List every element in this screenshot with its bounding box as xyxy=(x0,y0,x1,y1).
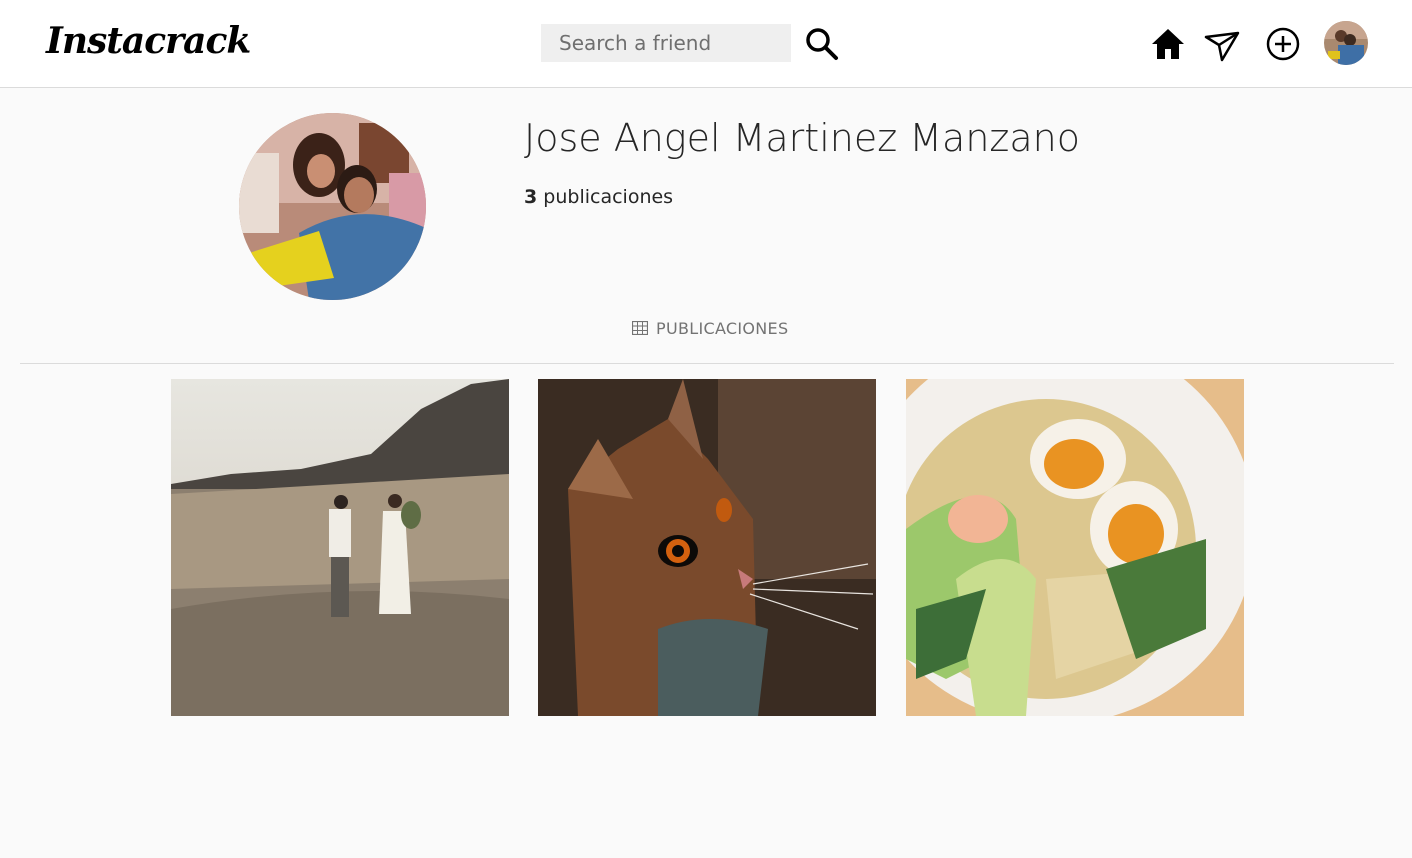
post-image-cat xyxy=(538,379,876,716)
post-thumbnail[interactable] xyxy=(538,379,876,716)
tab-publicaciones[interactable]: PUBLICACIONES xyxy=(632,316,788,340)
profile-photo xyxy=(239,113,426,300)
top-bar: Instacrack xyxy=(0,0,1412,88)
avatar xyxy=(1324,21,1368,65)
search-input[interactable] xyxy=(541,24,791,62)
post-image-ramen xyxy=(906,379,1244,716)
divider xyxy=(20,363,1394,364)
home-icon[interactable] xyxy=(1150,26,1186,62)
post-image-couple xyxy=(171,379,509,716)
post-count: 3 xyxy=(524,186,538,208)
send-icon[interactable] xyxy=(1204,26,1240,62)
post-thumbnail[interactable] xyxy=(906,379,1244,716)
tab-label: PUBLICACIONES xyxy=(656,318,789,338)
profile-avatar-button[interactable] xyxy=(1324,21,1368,65)
post-thumbnail[interactable] xyxy=(171,379,509,716)
profile-name: Jose Angel Martinez Manzano xyxy=(524,116,1080,160)
grid-icon xyxy=(632,321,648,335)
post-stats: 3 publicaciones xyxy=(524,186,673,208)
app-logo[interactable]: Instacrack xyxy=(46,20,251,62)
add-circle-icon[interactable] xyxy=(1265,26,1301,62)
search-icon[interactable] xyxy=(804,26,840,62)
post-count-label: publicaciones xyxy=(543,186,674,208)
